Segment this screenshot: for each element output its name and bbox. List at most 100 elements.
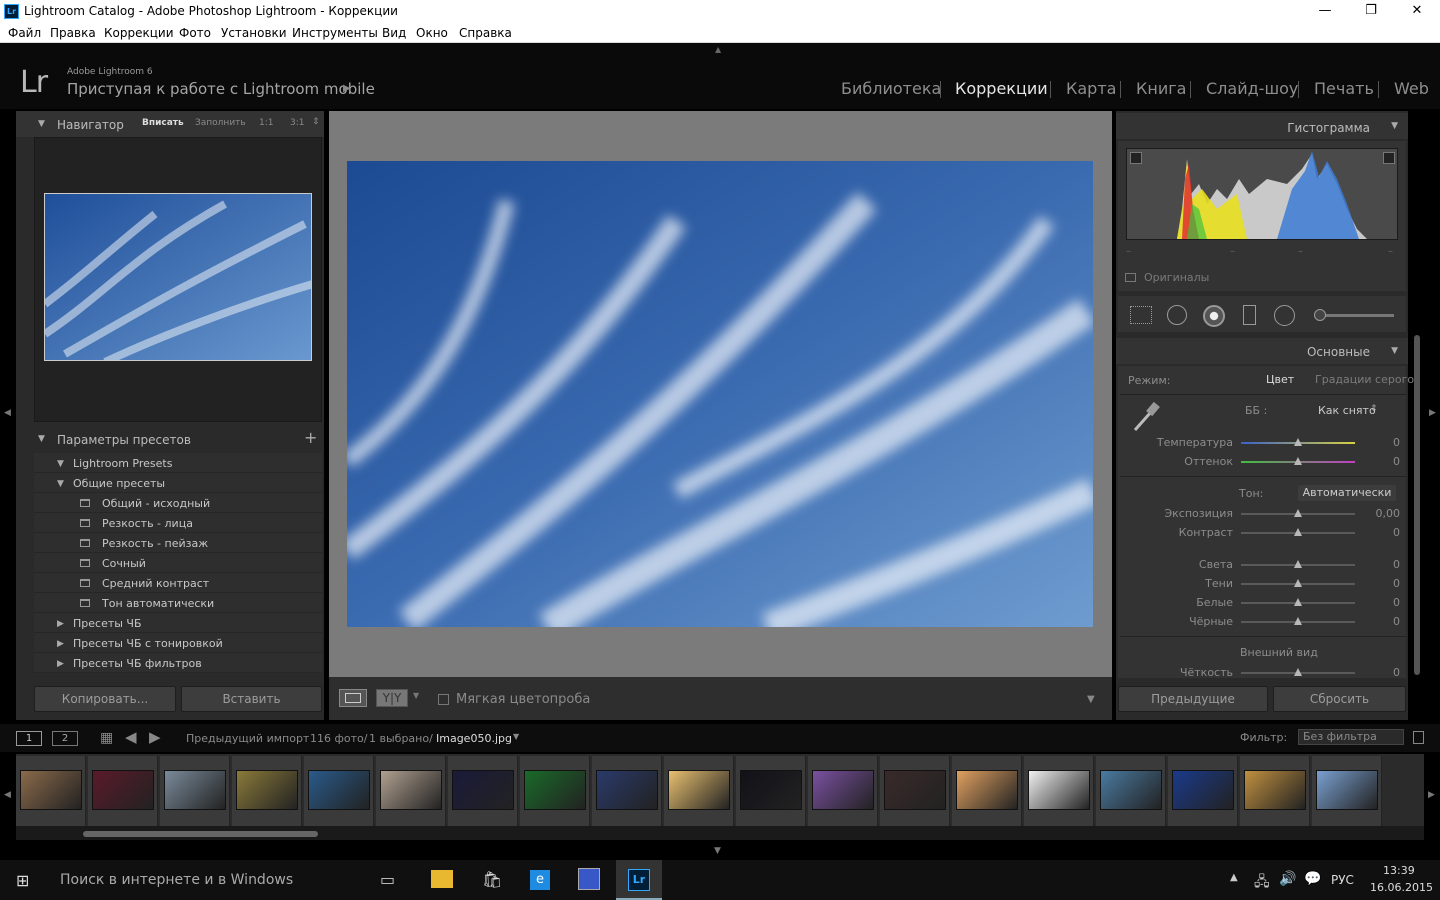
- play-triangle-icon[interactable]: ▶: [343, 83, 351, 94]
- module-web[interactable]: Web: [1394, 79, 1429, 98]
- slider-value[interactable]: 0: [1360, 666, 1400, 679]
- filter-dropdown[interactable]: Без фильтра: [1298, 729, 1404, 745]
- collapse-bottom-arrow-icon[interactable]: ▼: [714, 846, 721, 856]
- filter-lock-icon[interactable]: [1413, 731, 1424, 744]
- slider-knob[interactable]: [1294, 438, 1302, 446]
- preset-row[interactable]: ▼ Lightroom Presets: [34, 453, 322, 473]
- file-explorer-icon[interactable]: [431, 870, 453, 888]
- histogram-header[interactable]: Гистограмма ▼: [1116, 113, 1408, 139]
- reset-button[interactable]: Сбросить: [1273, 686, 1406, 712]
- radial-filter-icon[interactable]: [1274, 305, 1295, 326]
- collapse-left-arrow-icon[interactable]: ◀: [4, 408, 11, 418]
- slider-knob[interactable]: [1294, 560, 1302, 568]
- navigator-thumbnail[interactable]: [44, 193, 312, 361]
- presets-header[interactable]: ▼ Параметры пресетов +: [34, 426, 322, 452]
- slider-knob[interactable]: [1294, 617, 1302, 625]
- red-eye-icon[interactable]: [1203, 305, 1225, 327]
- slider-knob[interactable]: [1294, 509, 1302, 517]
- before-after-icon[interactable]: Y|Y: [376, 689, 408, 707]
- module-library[interactable]: Библиотека: [841, 79, 941, 98]
- triangle-right-icon[interactable]: ▶: [57, 619, 64, 629]
- slider-knob[interactable]: [1294, 668, 1302, 676]
- originals-checkbox[interactable]: [1125, 273, 1136, 282]
- slider-value[interactable]: 0: [1360, 436, 1400, 449]
- preset-row[interactable]: ▶ Пресеты ЧБ с тонировкой: [34, 633, 322, 653]
- slider-value[interactable]: 0: [1360, 596, 1400, 609]
- triangle-right-icon[interactable]: ▶: [57, 659, 64, 669]
- module-map[interactable]: Карта: [1066, 79, 1116, 98]
- triangle-down-icon[interactable]: ▼: [57, 459, 64, 469]
- collapse-top-arrow-icon[interactable]: ▲: [715, 45, 721, 54]
- slider-track[interactable]: [1241, 617, 1355, 625]
- identity-plate[interactable]: Приступая к работе с Lightroom mobile: [67, 80, 375, 98]
- screen-1-button[interactable]: 1: [16, 731, 42, 746]
- right-scrollbar[interactable]: [1414, 335, 1420, 675]
- add-preset-icon[interactable]: +: [304, 428, 317, 447]
- menu-tools[interactable]: Инструменты: [292, 26, 378, 40]
- module-develop[interactable]: Коррекции: [955, 79, 1048, 98]
- filmstrip-thumbnail[interactable]: [1168, 756, 1238, 826]
- preset-row[interactable]: Резкость - пейзаж: [34, 533, 322, 553]
- main-photo[interactable]: [347, 161, 1093, 627]
- eyedropper-icon[interactable]: [1131, 400, 1161, 434]
- save-app-icon[interactable]: [578, 868, 600, 890]
- preset-row[interactable]: ▼ Общие пресеты: [34, 473, 322, 493]
- slider-track[interactable]: [1241, 560, 1355, 568]
- close-button[interactable]: ✕: [1394, 0, 1440, 23]
- shadow-clip-icon[interactable]: [1130, 152, 1142, 164]
- slider-value[interactable]: 0: [1360, 615, 1400, 628]
- forward-arrow-icon[interactable]: ▶: [149, 728, 161, 746]
- slider-track[interactable]: [1241, 509, 1355, 517]
- nav-1to1[interactable]: 1:1: [259, 118, 273, 128]
- ie-icon[interactable]: e: [530, 870, 550, 890]
- taskbar-search[interactable]: Поиск в интернете и в Windows: [60, 872, 293, 888]
- menu-view[interactable]: Вид: [382, 26, 406, 40]
- mode-grayscale[interactable]: Градации серого: [1315, 373, 1414, 386]
- menu-develop[interactable]: Коррекции: [104, 26, 174, 40]
- triangle-down-icon[interactable]: ▼: [57, 479, 64, 489]
- store-icon[interactable]: 🛍: [482, 870, 502, 889]
- chevron-down-icon[interactable]: ▼: [513, 732, 519, 741]
- windows-start-icon[interactable]: ⊞: [16, 871, 29, 890]
- filmstrip-thumbnail[interactable]: [16, 756, 86, 826]
- slider-value[interactable]: 0: [1360, 526, 1400, 539]
- slider-knob[interactable]: [1294, 457, 1302, 465]
- navigator-header[interactable]: ▼ Навигатор Вписать Заполнить 1:1 3:1 ⇕: [16, 111, 324, 137]
- back-arrow-icon[interactable]: ◀: [125, 728, 137, 746]
- nav-fill[interactable]: Заполнить: [195, 118, 246, 128]
- film-left-arrow-icon[interactable]: ◀: [4, 790, 11, 800]
- filmstrip-thumbnail[interactable]: [1312, 756, 1382, 826]
- menu-edit[interactable]: Правка: [50, 26, 96, 40]
- maximize-button[interactable]: ❐: [1348, 0, 1394, 23]
- clock-time[interactable]: 13:39: [1383, 864, 1415, 877]
- filmstrip-thumbnail[interactable]: [808, 756, 878, 826]
- filmstrip-thumbnail[interactable]: [1096, 756, 1166, 826]
- volume-icon[interactable]: 🔊: [1279, 871, 1296, 887]
- brush-slider[interactable]: [1314, 309, 1394, 321]
- notifications-icon[interactable]: 💬: [1304, 871, 1321, 887]
- menu-file[interactable]: Файл: [8, 26, 41, 40]
- filmstrip-scrollbar[interactable]: [16, 826, 1424, 840]
- filmstrip-thumbnail[interactable]: [664, 756, 734, 826]
- film-right-arrow-icon[interactable]: ▶: [1428, 790, 1435, 800]
- slider-knob[interactable]: [1294, 598, 1302, 606]
- nav-3to1[interactable]: 3:1: [290, 118, 304, 128]
- preset-row[interactable]: Сочный: [34, 553, 322, 573]
- filmstrip-thumbnail[interactable]: [520, 756, 590, 826]
- slider-track[interactable]: [1241, 668, 1355, 676]
- slider-track[interactable]: [1241, 579, 1355, 587]
- collapse-right-arrow-icon[interactable]: ▶: [1429, 408, 1436, 418]
- preset-row[interactable]: ▶ Пресеты ЧБ фильтров: [34, 653, 322, 673]
- graduated-filter-icon[interactable]: [1243, 305, 1256, 325]
- slider-value[interactable]: 0: [1360, 558, 1400, 571]
- slider-value[interactable]: 0: [1360, 577, 1400, 590]
- toolbar-menu-icon[interactable]: ▼: [1087, 694, 1095, 705]
- menu-settings[interactable]: Установки: [221, 26, 287, 40]
- source-label[interactable]: Предыдущий импорт: [186, 732, 309, 745]
- filmstrip-thumbnail[interactable]: [88, 756, 158, 826]
- module-print[interactable]: Печать: [1314, 79, 1374, 98]
- module-slideshow[interactable]: Слайд-шоу: [1206, 79, 1298, 98]
- previous-button[interactable]: Предыдущие: [1118, 686, 1268, 712]
- lightroom-taskbar-button[interactable]: Lr: [616, 860, 662, 900]
- basic-header[interactable]: Основные ▼: [1116, 338, 1408, 364]
